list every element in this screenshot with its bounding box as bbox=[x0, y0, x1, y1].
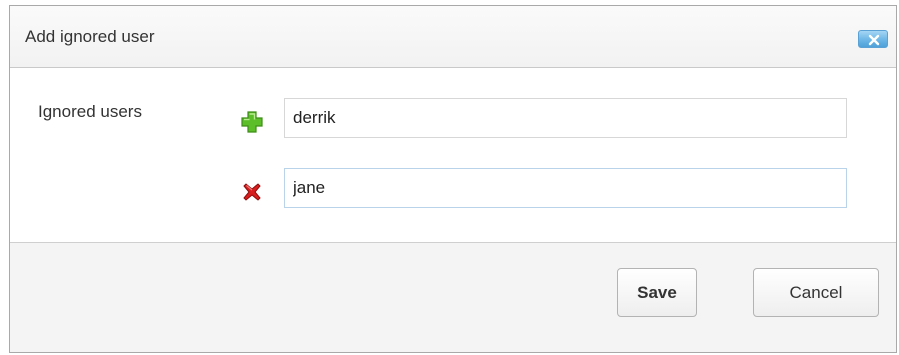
ignored-user-field-1[interactable] bbox=[284, 98, 847, 138]
dialog-body: Ignored users bbox=[10, 68, 896, 242]
remove-icon[interactable] bbox=[240, 180, 264, 204]
close-button[interactable] bbox=[858, 30, 888, 48]
save-button[interactable]: Save bbox=[617, 268, 697, 317]
dialog-title: Add ignored user bbox=[25, 27, 155, 46]
dialog-titlebar: Add ignored user bbox=[10, 6, 896, 68]
ignored-users-label: Ignored users bbox=[38, 102, 142, 121]
add-icon[interactable] bbox=[240, 110, 264, 134]
ignored-user-field-2[interactable] bbox=[284, 168, 847, 208]
cancel-button[interactable]: Cancel bbox=[753, 268, 879, 317]
add-ignored-user-dialog: Add ignored user Ignored users Save bbox=[9, 5, 897, 353]
dialog-footer: Save Cancel bbox=[10, 242, 896, 352]
close-icon bbox=[868, 34, 880, 46]
